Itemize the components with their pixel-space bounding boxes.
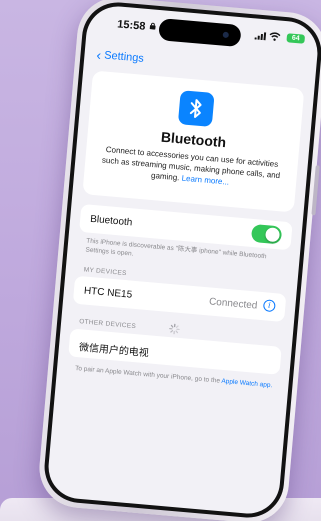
apple-watch-note-text: To pair an Apple Watch with your iPhone,…: [74, 365, 221, 385]
other-devices-header: OTHER DEVICES: [79, 318, 136, 330]
bluetooth-icon: [189, 99, 202, 119]
loading-spinner-icon: [169, 323, 180, 335]
device-status: Connected: [208, 296, 258, 312]
battery-icon: 64: [286, 33, 306, 44]
apple-watch-app-link[interactable]: Apple Watch app.: [221, 378, 272, 389]
info-icon[interactable]: i: [262, 299, 276, 313]
signal-icon: [254, 32, 267, 41]
back-button[interactable]: ‹ Settings: [95, 46, 145, 65]
screen: 15:58 64 ‹ Settings Bluetooth Connect to…: [45, 3, 321, 517]
camera-icon: [222, 31, 230, 39]
chevron-left-icon: ‹: [95, 46, 102, 64]
device-name: 微信用户的电视: [78, 342, 150, 360]
toggle-knob: [264, 227, 281, 243]
bluetooth-toggle-label: Bluetooth: [89, 213, 133, 229]
other-devices-label: OTHER DEVICES: [78, 318, 137, 331]
dynamic-island: [158, 18, 242, 48]
device-row-htc-ne15[interactable]: HTC NE15 Connected i: [72, 275, 287, 323]
wifi-icon: [269, 32, 281, 41]
device-name: HTC NE15: [83, 285, 133, 301]
back-label: Settings: [103, 49, 145, 65]
bluetooth-app-icon: [177, 90, 215, 127]
status-time: 15:58: [116, 18, 146, 33]
learn-more-link[interactable]: Learn more...: [181, 174, 229, 187]
phone: 15:58 64 ‹ Settings Bluetooth Connect to…: [36, 0, 321, 521]
lock-icon: [149, 22, 156, 30]
bluetooth-toggle[interactable]: [250, 223, 283, 245]
my-devices-header: MY DEVICES: [83, 266, 127, 278]
bluetooth-header-card: Bluetooth Connect to accessories you can…: [82, 70, 305, 213]
